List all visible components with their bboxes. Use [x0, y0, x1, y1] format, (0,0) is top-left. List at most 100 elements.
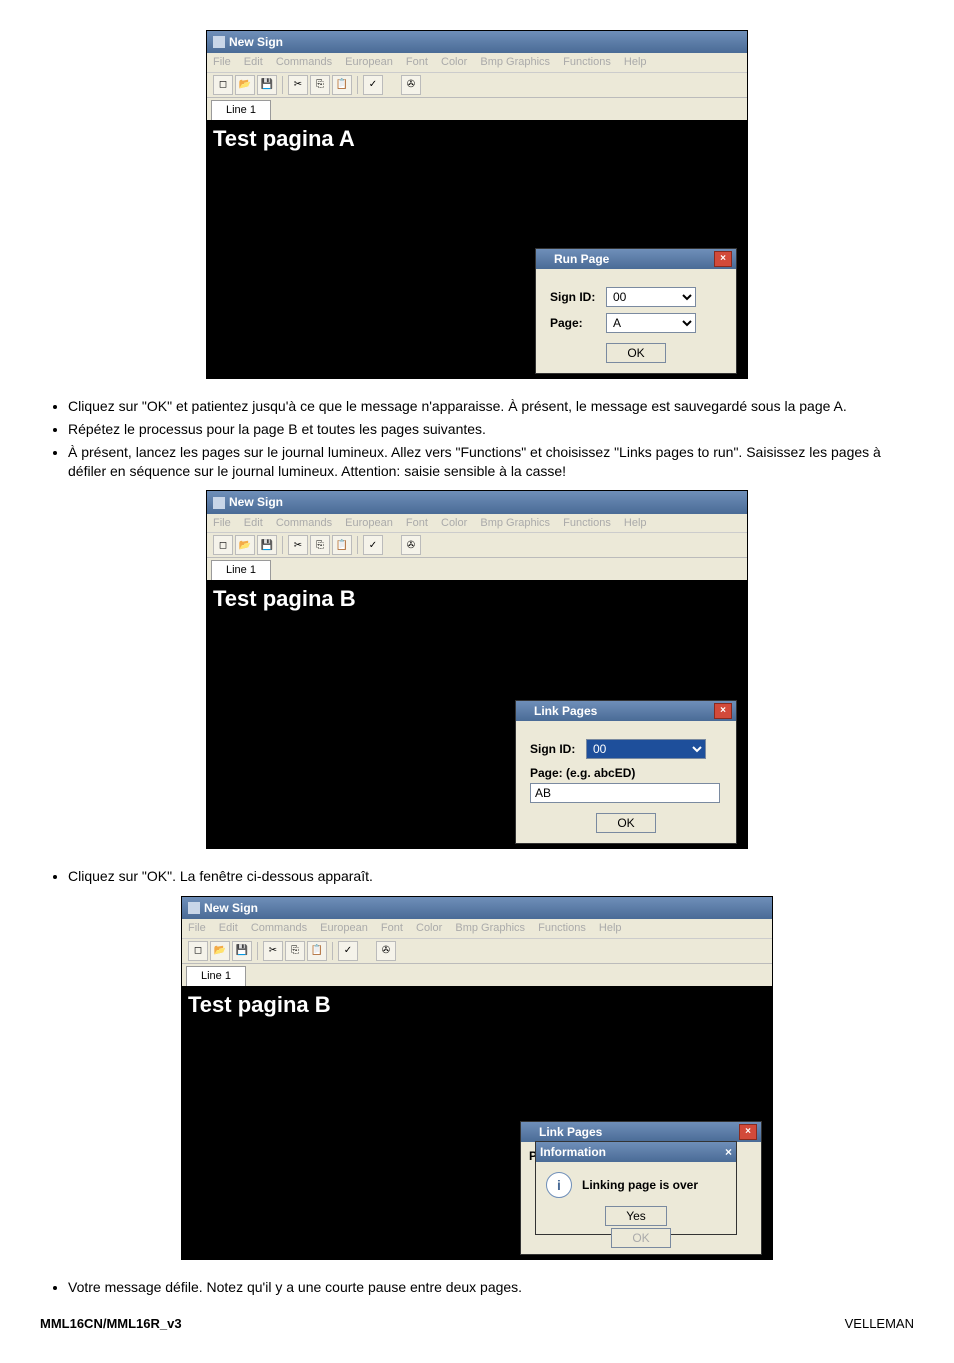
page-select[interactable]: A	[606, 313, 696, 333]
information-dialog: Information × i Linking page is over Yes	[535, 1141, 737, 1235]
menu-edit[interactable]: Edit	[219, 922, 238, 934]
dialog-titlebar: Run Page ×	[536, 249, 736, 269]
screenshot-information: New Sign File Edit Commands European Fon…	[181, 896, 773, 1260]
send-icon[interactable]: ✇	[401, 535, 421, 555]
save-icon[interactable]: 💾	[232, 941, 252, 961]
page-input[interactable]	[530, 783, 720, 803]
link-pages-dialog: Link Pages × Sign ID: 00 Page: (e.g. abc…	[515, 700, 737, 844]
send-icon[interactable]: ✇	[401, 75, 421, 95]
sign-id-select[interactable]: 00	[586, 739, 706, 759]
toolbar-separator	[357, 536, 358, 554]
tab-line1[interactable]: Line 1	[211, 100, 271, 121]
toolbar-separator	[257, 942, 258, 960]
menu-help[interactable]: Help	[624, 517, 647, 529]
menu-edit[interactable]: Edit	[244, 56, 263, 68]
instruction-item: Votre message défile. Notez qu'il y a un…	[68, 1278, 914, 1297]
menu-bar: File Edit Commands European Font Color B…	[207, 53, 747, 73]
dialog-title: Link Pages	[534, 703, 597, 719]
preview-icon[interactable]: ✓	[363, 535, 383, 555]
sign-id-select[interactable]: 00	[606, 287, 696, 307]
cut-icon[interactable]: ✂	[263, 941, 283, 961]
menu-file[interactable]: File	[188, 922, 206, 934]
info-titlebar: Information ×	[536, 1142, 736, 1162]
new-icon[interactable]: ◻	[213, 535, 233, 555]
dialog-titlebar: Link Pages ×	[516, 701, 736, 721]
toolbar-separator	[332, 942, 333, 960]
page-hint-label: Page: (e.g. abcED)	[530, 765, 722, 781]
cut-icon[interactable]: ✂	[288, 535, 308, 555]
close-icon[interactable]: ×	[714, 703, 732, 719]
yes-button[interactable]: Yes	[605, 1206, 667, 1226]
sign-canvas: Test pagina B Link Pages × Sign ID: 00	[207, 580, 747, 848]
menu-european[interactable]: European	[345, 56, 393, 68]
toolbar: ◻ 📂 💾 ✂ ⎘ 📋 ✓ ✇	[182, 939, 772, 964]
menu-commands[interactable]: Commands	[276, 517, 332, 529]
sign-id-label: Sign ID:	[550, 289, 606, 305]
info-title: Information	[540, 1144, 606, 1160]
dialog-title: Link Pages	[539, 1124, 602, 1140]
info-message: Linking page is over	[582, 1177, 698, 1193]
menu-bmp[interactable]: Bmp Graphics	[455, 922, 525, 934]
menu-font[interactable]: Font	[406, 56, 428, 68]
save-icon[interactable]: 💾	[257, 75, 277, 95]
dialog-body: Sign ID: 00 Page: A OK	[536, 269, 736, 373]
paste-icon[interactable]: 📋	[332, 75, 352, 95]
ok-button[interactable]: OK	[606, 343, 665, 363]
toolbar-separator	[357, 76, 358, 94]
menu-commands[interactable]: Commands	[251, 922, 307, 934]
ok-button[interactable]: OK	[596, 813, 655, 833]
window-titlebar: New Sign	[207, 491, 747, 513]
open-icon[interactable]: 📂	[210, 941, 230, 961]
menu-functions[interactable]: Functions	[563, 56, 611, 68]
instruction-item: Cliquez sur "OK". La fenêtre ci-dessous …	[68, 867, 914, 886]
toolbar-separator	[282, 536, 283, 554]
menu-european[interactable]: European	[320, 922, 368, 934]
window-title: New Sign	[204, 900, 258, 916]
menu-functions[interactable]: Functions	[538, 922, 586, 934]
tab-line1[interactable]: Line 1	[211, 560, 271, 581]
dialog-title: Run Page	[554, 251, 609, 267]
menu-file[interactable]: File	[213, 517, 231, 529]
tab-row: Line 1	[207, 558, 747, 580]
menu-color[interactable]: Color	[441, 517, 467, 529]
menu-edit[interactable]: Edit	[244, 517, 263, 529]
copy-icon[interactable]: ⎘	[310, 75, 330, 95]
page-footer: MML16CN/MML16R_v3 VELLEMAN	[40, 1315, 914, 1333]
copy-icon[interactable]: ⎘	[285, 941, 305, 961]
ok-button-disabled: OK	[611, 1228, 670, 1248]
menu-font[interactable]: Font	[381, 922, 403, 934]
menu-bmp[interactable]: Bmp Graphics	[480, 517, 550, 529]
menu-help[interactable]: Help	[599, 922, 622, 934]
paste-icon[interactable]: 📋	[332, 535, 352, 555]
copy-icon[interactable]: ⎘	[310, 535, 330, 555]
menu-bmp[interactable]: Bmp Graphics	[480, 56, 550, 68]
run-page-dialog: Run Page × Sign ID: 00 Page: A	[535, 248, 737, 374]
tab-line1[interactable]: Line 1	[186, 966, 246, 987]
menu-color[interactable]: Color	[441, 56, 467, 68]
paste-icon[interactable]: 📋	[307, 941, 327, 961]
menu-commands[interactable]: Commands	[276, 56, 332, 68]
close-icon[interactable]: ×	[739, 1124, 757, 1140]
preview-icon[interactable]: ✓	[363, 75, 383, 95]
save-icon[interactable]: 💾	[257, 535, 277, 555]
instruction-list-3: Votre message défile. Notez qu'il y a un…	[40, 1278, 914, 1297]
new-icon[interactable]: ◻	[188, 941, 208, 961]
close-icon[interactable]: ×	[714, 251, 732, 267]
menu-color[interactable]: Color	[416, 922, 442, 934]
preview-icon[interactable]: ✓	[338, 941, 358, 961]
instruction-item: À présent, lancez les pages sur le journ…	[68, 443, 914, 481]
open-icon[interactable]: 📂	[235, 535, 255, 555]
open-icon[interactable]: 📂	[235, 75, 255, 95]
new-icon[interactable]: ◻	[213, 75, 233, 95]
menu-help[interactable]: Help	[624, 56, 647, 68]
menu-file[interactable]: File	[213, 56, 231, 68]
cut-icon[interactable]: ✂	[288, 75, 308, 95]
canvas-text: Test pagina B	[213, 586, 356, 611]
close-icon[interactable]: ×	[725, 1144, 732, 1160]
menu-european[interactable]: European	[345, 517, 393, 529]
menu-font[interactable]: Font	[406, 517, 428, 529]
instruction-list-2: Cliquez sur "OK". La fenêtre ci-dessous …	[40, 867, 914, 886]
send-icon[interactable]: ✇	[376, 941, 396, 961]
menu-functions[interactable]: Functions	[563, 517, 611, 529]
dialog-icon	[525, 1127, 535, 1137]
